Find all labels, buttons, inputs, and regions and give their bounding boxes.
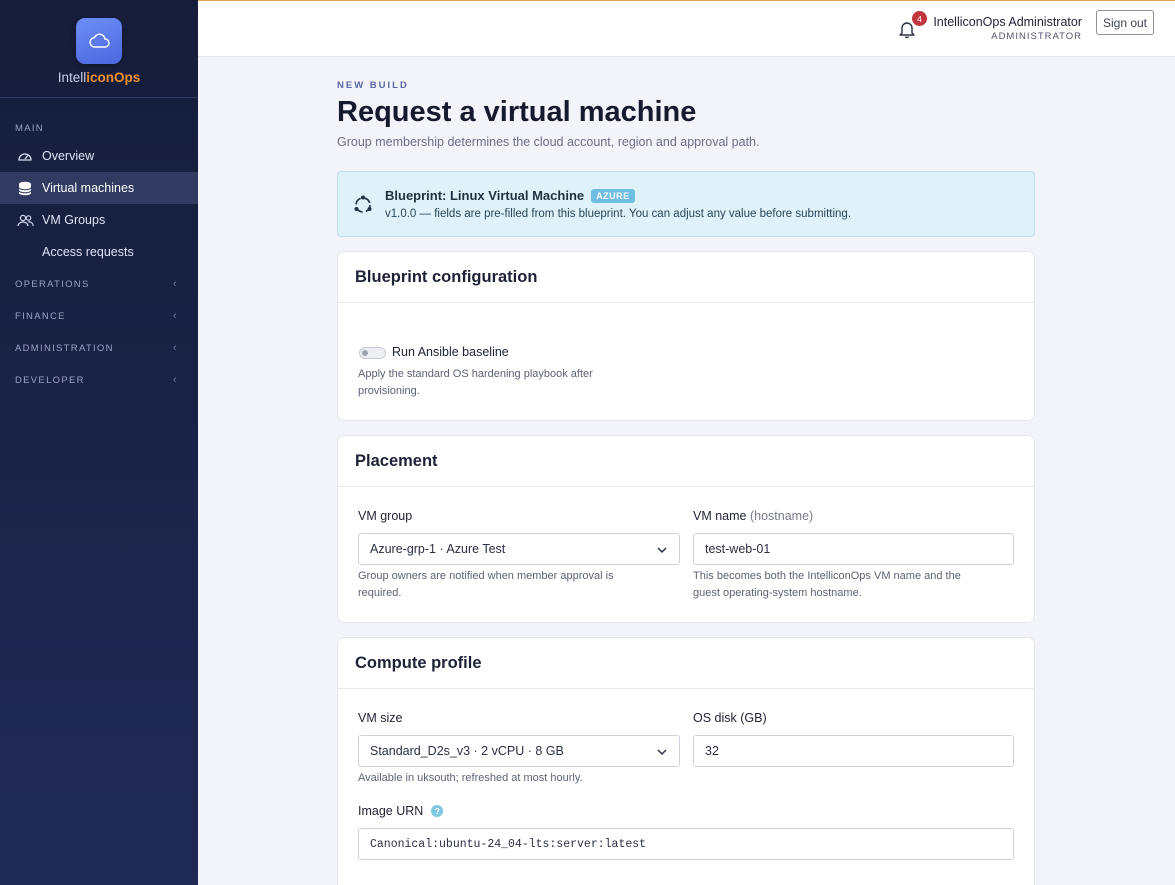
sidebar-item-label: Overview <box>42 149 95 163</box>
chevron-left-icon: ‹ <box>173 310 178 322</box>
sidebar-item-vm-groups[interactable]: VM Groups <box>0 204 198 236</box>
compute-profile-card: Compute profile VM size Standard_D2s_v3 … <box>337 637 1035 885</box>
vm-name-input[interactable]: test-web-01 <box>693 533 1014 565</box>
vm-group-help: Group owners are notified when member ap… <box>358 570 614 599</box>
vm-size-value: Standard_D2s_v3 · 2 vCPU · 8 GB <box>370 744 564 758</box>
sidebar-item-label: VM Groups <box>42 213 106 227</box>
os-disk-input[interactable]: 32 <box>693 735 1014 767</box>
sidebar-item-access-requests[interactable]: Access requests <box>0 236 198 268</box>
nav-section-developer[interactable]: DEVELOPER ‹ <box>0 364 198 396</box>
sidebar-item-label: Access requests <box>42 245 134 259</box>
ansible-baseline-label: Run Ansible baseline <box>392 345 509 359</box>
nav-section-main: MAIN <box>15 122 44 134</box>
cloud-logo-icon[interactable] <box>76 18 122 64</box>
sidebar-item-overview[interactable]: Overview <box>0 140 198 172</box>
page-title: Request a virtual machine <box>337 96 697 128</box>
sidebar-item-virtual-machines[interactable]: Virtual machines <box>0 172 198 204</box>
database-icon <box>16 179 34 197</box>
vm-size-label: VM size <box>358 711 403 725</box>
user-name: IntelliconOps Administrator <box>933 15 1082 29</box>
card-heading: Placement <box>338 436 1034 487</box>
card-heading: Blueprint configuration <box>338 252 1034 303</box>
vm-name-label: VM name (hostname) <box>693 509 814 523</box>
ansible-baseline-toggle[interactable] <box>359 347 386 359</box>
blueprint-info-text: v1.0.0 — fields are pre-filled from this… <box>385 208 852 220</box>
chevron-left-icon: ‹ <box>173 278 178 290</box>
sidebar: IntelliconOps MAIN Overview Virtual mach… <box>0 0 198 885</box>
notification-badge: 4 <box>912 11 927 26</box>
provider-badge: AZURE <box>591 188 635 203</box>
nav-section-finance[interactable]: FINANCE ‹ <box>0 300 198 332</box>
nav-section-administration[interactable]: ADMINISTRATION ‹ <box>0 332 198 364</box>
chevron-left-icon: ‹ <box>173 374 178 386</box>
sidebar-item-label: Virtual machines <box>42 181 135 195</box>
os-disk-value: 32 <box>705 744 719 758</box>
image-urn-input[interactable]: Canonical:ubuntu-24_04-lts:server:latest <box>358 828 1014 860</box>
placement-card: Placement VM group Azure-grp-1 · Azure T… <box>337 435 1035 623</box>
blueprint-configuration-card: Blueprint configuration Run Ansible base… <box>337 251 1035 421</box>
chevron-left-icon: ‹ <box>173 342 178 354</box>
sign-out-button[interactable]: Sign out <box>1096 10 1154 35</box>
image-urn-value: Canonical:ubuntu-24_04-lts:server:latest <box>370 837 647 851</box>
page-subtitle: Group membership determines the cloud ac… <box>337 135 760 149</box>
page-kicker: NEW BUILD <box>337 80 409 91</box>
gauge-icon <box>16 147 34 165</box>
vm-group-select[interactable]: Azure-grp-1 · Azure Test <box>358 533 680 565</box>
help-icon[interactable]: ? <box>431 805 444 817</box>
blueprint-info-banner: Blueprint: Linux Virtual Machine AZURE v1… <box>337 171 1035 237</box>
blueprint-icon <box>352 194 374 221</box>
chevron-down-icon <box>657 544 667 558</box>
blueprint-info-title: Blueprint: Linux Virtual Machine AZURE <box>385 188 635 203</box>
card-heading: Compute profile <box>338 638 1034 689</box>
vm-size-select[interactable]: Standard_D2s_v3 · 2 vCPU · 8 GB <box>358 735 680 767</box>
os-disk-label: OS disk (GB) <box>693 711 767 725</box>
chevron-down-icon <box>657 746 667 760</box>
main-content: NEW BUILD Request a virtual machine Grou… <box>337 57 1035 885</box>
vm-size-help: Available in uksouth; refreshed at most … <box>358 772 583 784</box>
vm-group-value: Azure-grp-1 · Azure Test <box>370 542 506 556</box>
brand: IntelliconOps <box>0 0 198 98</box>
users-icon <box>16 211 34 229</box>
vm-group-label: VM group <box>358 509 413 523</box>
nav-section-operations[interactable]: OPERATIONS ‹ <box>0 268 198 300</box>
user-role: ADMINISTRATOR <box>991 31 1082 42</box>
ansible-baseline-help: Apply the standard OS hardening playbook… <box>358 368 593 397</box>
vm-name-help: This becomes both the IntelliconOps VM n… <box>693 570 961 599</box>
brand-name: IntelliconOps <box>57 70 141 85</box>
top-bar: 4 IntelliconOps Administrator ADMINISTRA… <box>198 0 1175 57</box>
toggle-knob <box>362 350 368 356</box>
image-urn-label: Image URN? <box>358 804 444 818</box>
vm-name-value: test-web-01 <box>705 542 771 556</box>
